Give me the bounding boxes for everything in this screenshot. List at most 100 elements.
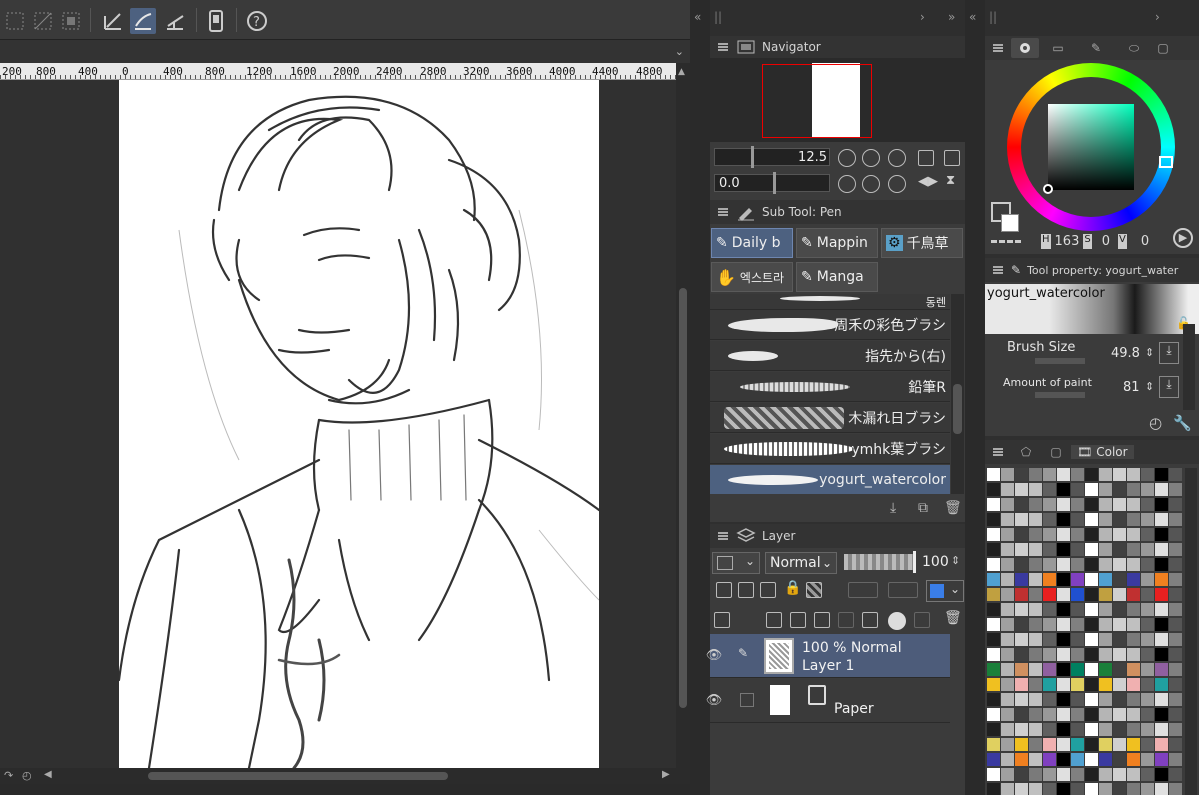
vertical-scroll-thumb[interactable] (679, 288, 687, 708)
color-swatch[interactable] (1029, 618, 1042, 631)
color-swatch[interactable] (1169, 588, 1182, 601)
combine-icon[interactable] (862, 612, 878, 628)
color-swatch[interactable] (987, 513, 1000, 526)
color-swatch[interactable] (987, 663, 1000, 676)
color-swatch[interactable] (1001, 603, 1014, 616)
color-swatch[interactable] (1001, 768, 1014, 781)
color-swatch[interactable] (987, 678, 1000, 691)
color-swatch[interactable] (1155, 558, 1168, 571)
color-swatch[interactable] (1029, 663, 1042, 676)
color-swatch[interactable] (1141, 588, 1154, 601)
color-swatch[interactable] (1085, 558, 1098, 571)
color-swatch[interactable] (1085, 783, 1098, 795)
color-swatch[interactable] (1085, 723, 1098, 736)
color-swatch[interactable] (1029, 483, 1042, 496)
zoom-out-icon[interactable] (838, 149, 856, 167)
right-splitter[interactable]: « (965, 0, 985, 795)
color-swatch[interactable] (1169, 708, 1182, 721)
sub-color-swatch[interactable] (1001, 214, 1019, 232)
color-swatch[interactable] (987, 723, 1000, 736)
color-swatch[interactable] (1057, 738, 1070, 751)
color-swatch[interactable] (1043, 678, 1056, 691)
invert-selection-icon[interactable] (58, 8, 84, 34)
color-swatch[interactable] (1155, 723, 1168, 736)
color-set-scrollbar[interactable] (1185, 468, 1197, 795)
hue-cursor[interactable] (1159, 156, 1173, 168)
color-swatch[interactable] (1127, 663, 1140, 676)
color-swatch[interactable] (1029, 603, 1042, 616)
color-swatch[interactable] (1113, 648, 1126, 661)
color-swatch[interactable] (1099, 543, 1112, 556)
color-swatch[interactable] (1169, 693, 1182, 706)
color-swatch[interactable] (1029, 678, 1042, 691)
color-swatch[interactable] (1085, 753, 1098, 766)
color-swatch[interactable] (1015, 588, 1028, 601)
color-swatch[interactable] (1155, 513, 1168, 526)
rotate-left-icon[interactable] (838, 175, 856, 193)
color-swatch[interactable] (1099, 618, 1112, 631)
color-swatch[interactable] (1057, 468, 1070, 481)
color-swatch[interactable] (1085, 663, 1098, 676)
draft-icon[interactable] (760, 582, 776, 598)
reset-icon[interactable]: ◴ (1149, 414, 1162, 432)
amount-bar[interactable] (1035, 392, 1085, 398)
color-swatch[interactable] (1155, 468, 1168, 481)
color-swatch[interactable] (1001, 708, 1014, 721)
color-swatch[interactable] (987, 753, 1000, 766)
color-swatch[interactable] (1071, 513, 1084, 526)
color-swatch[interactable] (1127, 588, 1140, 601)
color-swatch[interactable] (1127, 468, 1140, 481)
color-swatch[interactable] (1029, 528, 1042, 541)
color-swatch[interactable] (1029, 783, 1042, 795)
color-swatch[interactable] (1001, 468, 1014, 481)
color-swatch[interactable] (1169, 558, 1182, 571)
color-swatch[interactable] (1127, 513, 1140, 526)
new-vector-layer-icon[interactable] (790, 612, 806, 628)
color-swatch[interactable] (1085, 618, 1098, 631)
color-swatch[interactable] (1057, 483, 1070, 496)
brush-item[interactable]: 指先から(右) (710, 341, 950, 371)
play-icon[interactable]: ▶ (1173, 228, 1193, 248)
tab-color-slider[interactable]: ▭ (1039, 41, 1077, 55)
color-swatch[interactable] (1001, 783, 1014, 795)
color-swatch[interactable] (1029, 753, 1042, 766)
scroll-up-icon[interactable]: ▲ (678, 67, 685, 77)
color-swatch[interactable] (1057, 768, 1070, 781)
color-swatch[interactable] (1141, 693, 1154, 706)
fit-window-icon[interactable] (944, 150, 960, 166)
reference-icon[interactable] (738, 582, 754, 598)
tab-intermediate-color[interactable]: ✎ (1077, 41, 1115, 55)
color-swatch[interactable] (1141, 573, 1154, 586)
color-swatch[interactable] (1001, 588, 1014, 601)
tab-history[interactable]: ▢ (1153, 41, 1173, 55)
color-swatch[interactable] (1043, 483, 1056, 496)
color-swatch[interactable] (1057, 513, 1070, 526)
color-swatch[interactable] (1015, 768, 1028, 781)
color-swatch[interactable] (1071, 528, 1084, 541)
fit-icon[interactable] (888, 149, 906, 167)
canvas-area[interactable] (0, 80, 676, 768)
color-swatch[interactable] (1001, 693, 1014, 706)
transfer-icon[interactable] (838, 612, 854, 628)
color-swatch[interactable] (1085, 708, 1098, 721)
color-swatch[interactable] (1071, 693, 1084, 706)
color-swatch[interactable] (1015, 693, 1028, 706)
color-swatch[interactable] (1169, 783, 1182, 795)
color-swatch[interactable] (1015, 783, 1028, 795)
color-swatch[interactable] (1043, 723, 1056, 736)
panel-menu-icon[interactable] (718, 43, 728, 51)
color-swatch[interactable] (1029, 558, 1042, 571)
color-swatch[interactable] (1155, 738, 1168, 751)
transparent-color-icon[interactable] (991, 240, 1021, 248)
color-swatch[interactable] (1169, 483, 1182, 496)
color-swatch[interactable] (1169, 738, 1182, 751)
color-swatch[interactable] (1085, 588, 1098, 601)
color-swatch[interactable] (1071, 708, 1084, 721)
color-swatch[interactable] (1099, 588, 1112, 601)
color-swatch[interactable] (1001, 573, 1014, 586)
color-swatch[interactable] (1001, 558, 1014, 571)
color-swatch[interactable] (1155, 693, 1168, 706)
snap-grid-icon[interactable] (162, 8, 188, 34)
color-swatch[interactable] (1085, 528, 1098, 541)
color-swatch[interactable] (1099, 483, 1112, 496)
